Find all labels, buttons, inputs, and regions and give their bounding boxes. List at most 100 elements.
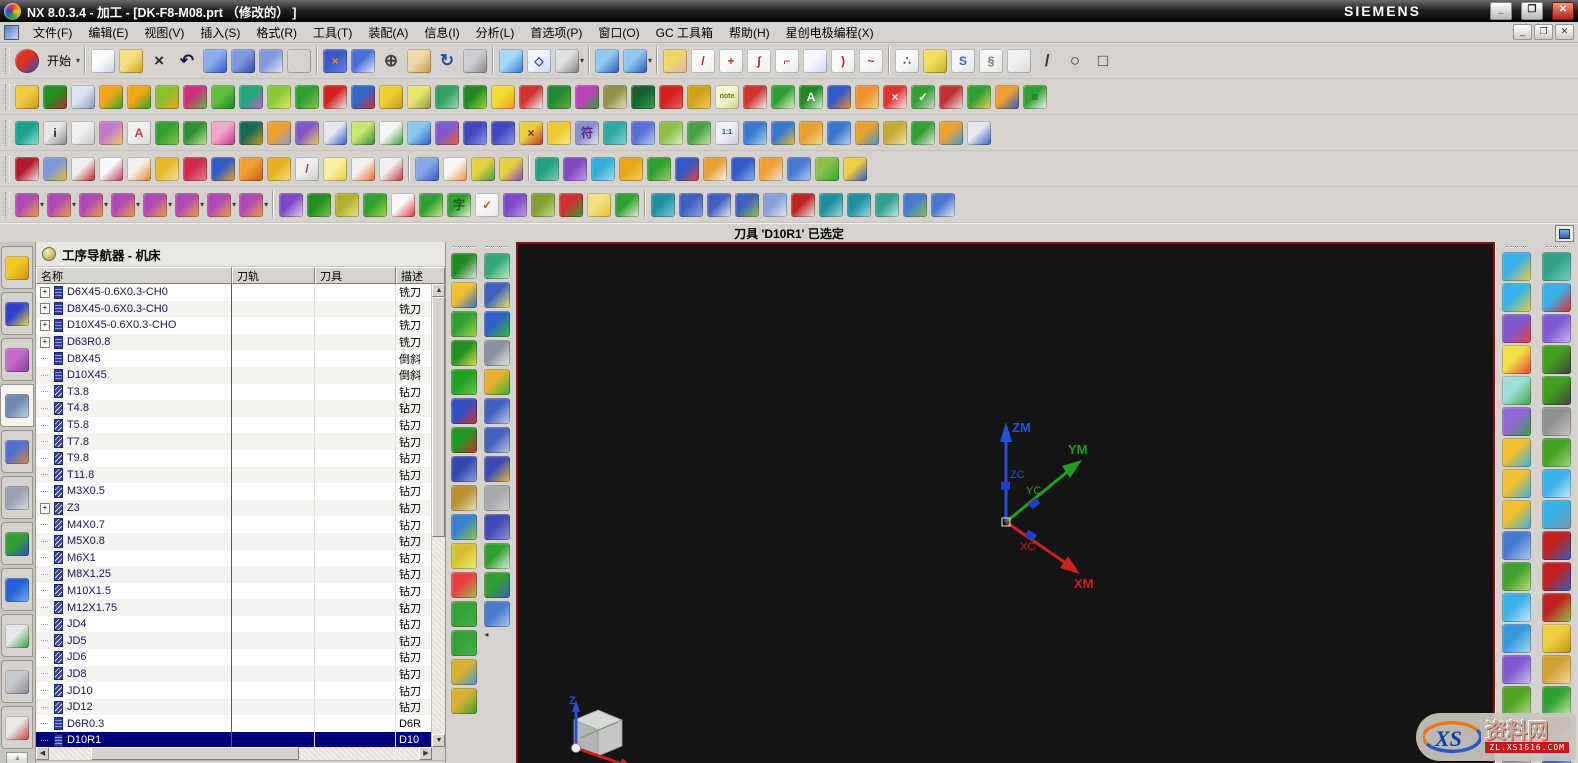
hex-gray-icon[interactable] bbox=[1542, 407, 1571, 436]
cube-diagonal-icon[interactable] bbox=[1542, 314, 1571, 343]
pencil-line-icon[interactable] bbox=[703, 157, 727, 181]
transform-icon[interactable] bbox=[47, 193, 71, 217]
expand-toggle[interactable]: + bbox=[40, 287, 50, 298]
tree-row[interactable]: M8X1.25钻刀 bbox=[36, 566, 431, 583]
cube-push-icon[interactable] bbox=[1502, 345, 1531, 374]
menu-item[interactable]: 首选项(P) bbox=[522, 25, 590, 41]
nx-logo-icon[interactable] bbox=[15, 49, 39, 73]
keyboard-star-icon[interactable] bbox=[484, 253, 510, 279]
delete-object-icon-dropdown[interactable]: ▾ bbox=[104, 200, 108, 209]
bounded-box-icon[interactable] bbox=[207, 193, 231, 217]
cyl-blue-icon[interactable] bbox=[787, 157, 811, 181]
t-red-icon[interactable] bbox=[559, 193, 583, 217]
red-ball-tool-icon[interactable] bbox=[791, 193, 815, 217]
rectangle-icon[interactable]: □ bbox=[1091, 49, 1115, 73]
tree-row[interactable]: D10R1D10 bbox=[36, 732, 431, 747]
tree-row[interactable]: M4X0.7钻刀 bbox=[36, 516, 431, 533]
clamp-green-icon[interactable] bbox=[535, 157, 559, 181]
scroll-left-button[interactable]: ◀ bbox=[36, 747, 49, 760]
menu-item[interactable]: 帮助(H) bbox=[721, 25, 778, 41]
history-tab[interactable] bbox=[1, 660, 33, 703]
clip-work-section-icon[interactable] bbox=[623, 49, 647, 73]
cube-split-icon[interactable] bbox=[1502, 438, 1531, 467]
tree-row[interactable]: JD4钻刀 bbox=[36, 616, 431, 633]
cube-edge-icon[interactable] bbox=[1502, 655, 1531, 684]
grid-blue-icon[interactable] bbox=[707, 193, 731, 217]
blue-cube2-icon[interactable] bbox=[491, 121, 515, 145]
toolbar-grip[interactable] bbox=[5, 84, 10, 110]
purple-box-icon[interactable] bbox=[563, 157, 587, 181]
tree-row[interactable]: T3.8钻刀 bbox=[36, 384, 431, 401]
layer-settings-icon-dropdown[interactable]: ▾ bbox=[168, 200, 172, 209]
perspective-icon[interactable] bbox=[463, 49, 487, 73]
menu-item[interactable]: GC 工具箱 bbox=[648, 25, 721, 41]
point-set-icon[interactable]: ∴ bbox=[895, 49, 919, 73]
ruler-green-icon[interactable] bbox=[771, 85, 795, 109]
door-green-icon[interactable] bbox=[307, 193, 331, 217]
target-icon[interactable] bbox=[659, 85, 683, 109]
horizontal-scrollbar[interactable]: ◀ ▶ bbox=[36, 747, 445, 760]
pattern-center-icon[interactable] bbox=[451, 572, 477, 598]
examine-geometry-icon[interactable] bbox=[99, 121, 123, 145]
expand-toggle[interactable]: + bbox=[40, 337, 50, 348]
grid-teal-icon[interactable] bbox=[875, 193, 899, 217]
delete-object-icon[interactable] bbox=[79, 193, 103, 217]
dim-line2-icon[interactable] bbox=[1542, 562, 1571, 591]
palette-tab[interactable] bbox=[1, 706, 33, 749]
integration-tab[interactable] bbox=[1, 476, 33, 519]
save-as-icon[interactable] bbox=[259, 49, 283, 73]
vertical-scrollbar[interactable]: ▲ ▼ bbox=[431, 284, 445, 747]
hscroll-track[interactable] bbox=[49, 747, 419, 760]
print-icon[interactable] bbox=[287, 49, 311, 73]
tree-row[interactable]: +D6X45-0.6X0.3-CH0铣刀 bbox=[36, 284, 431, 301]
resource-scroll-up-button[interactable]: ▲ bbox=[6, 752, 28, 763]
wedge-orange-icon[interactable] bbox=[239, 157, 263, 181]
ladder-icon[interactable] bbox=[855, 121, 879, 145]
a-curve-icon[interactable]: A bbox=[127, 121, 151, 145]
scroll-track[interactable] bbox=[432, 297, 445, 734]
pair-cubes-icon[interactable] bbox=[939, 121, 963, 145]
no-entry-icon[interactable] bbox=[939, 85, 963, 109]
tray-icon[interactable] bbox=[735, 193, 759, 217]
constraint-navigator-tab[interactable] bbox=[1, 292, 33, 335]
stack-orange-icon[interactable] bbox=[267, 121, 291, 145]
bounded-box-icon-dropdown[interactable]: ▾ bbox=[232, 200, 236, 209]
menu-item[interactable]: 编辑(E) bbox=[80, 25, 136, 41]
table-grid-icon[interactable] bbox=[911, 121, 935, 145]
menu-item[interactable]: 视图(V) bbox=[136, 25, 192, 41]
folder-link-icon[interactable] bbox=[967, 85, 991, 109]
reflect-display-icon[interactable] bbox=[203, 49, 227, 73]
tool-cube-icon[interactable] bbox=[451, 659, 477, 685]
spreadsheet-icon[interactable]: ≡ bbox=[1023, 85, 1047, 109]
column-header-1[interactable]: 名称 bbox=[36, 267, 232, 284]
tree-row[interactable]: D6R0.3D6R bbox=[36, 715, 431, 732]
tree-row[interactable]: T5.8钻刀 bbox=[36, 417, 431, 434]
drive-waves-icon[interactable] bbox=[435, 85, 459, 109]
start-menu-button[interactable]: 开始 bbox=[43, 47, 75, 75]
delete-red-icon[interactable]: × bbox=[883, 85, 907, 109]
check-gear-icon[interactable]: ✓ bbox=[911, 85, 935, 109]
verify-gears-icon[interactable] bbox=[183, 85, 207, 109]
measure-diamond-icon[interactable] bbox=[15, 121, 39, 145]
verify-check-icon[interactable] bbox=[484, 311, 510, 337]
move-object-icon-dropdown[interactable]: ▾ bbox=[40, 200, 44, 209]
layer-image-icon[interactable] bbox=[484, 543, 510, 569]
circle-green-icon[interactable] bbox=[1542, 686, 1571, 715]
hex-green-icon[interactable] bbox=[1542, 438, 1571, 467]
tree-row[interactable]: +D63R0.8铣刀 bbox=[36, 334, 431, 351]
tree-row[interactable]: T9.8钻刀 bbox=[36, 450, 431, 467]
tool-scissors-icon[interactable] bbox=[451, 398, 477, 424]
cube-copy-icon[interactable] bbox=[1502, 252, 1531, 281]
part-navigator-tab[interactable] bbox=[1, 338, 33, 381]
path-simulate-icon[interactable] bbox=[484, 340, 510, 366]
team-cubes-icon[interactable] bbox=[603, 121, 627, 145]
minimize-button[interactable]: _ bbox=[1490, 2, 1512, 20]
tool-axis-icon[interactable] bbox=[451, 427, 477, 453]
tpost-green-icon[interactable] bbox=[419, 193, 443, 217]
distance-ruler-icon[interactable] bbox=[71, 121, 95, 145]
csys-axes-icon[interactable] bbox=[575, 85, 599, 109]
machine-tool-navigator-tab[interactable] bbox=[1, 430, 33, 473]
sketch-page-icon[interactable] bbox=[803, 49, 827, 73]
mill-area-icon[interactable] bbox=[547, 85, 571, 109]
clip-section-icon[interactable] bbox=[595, 49, 619, 73]
